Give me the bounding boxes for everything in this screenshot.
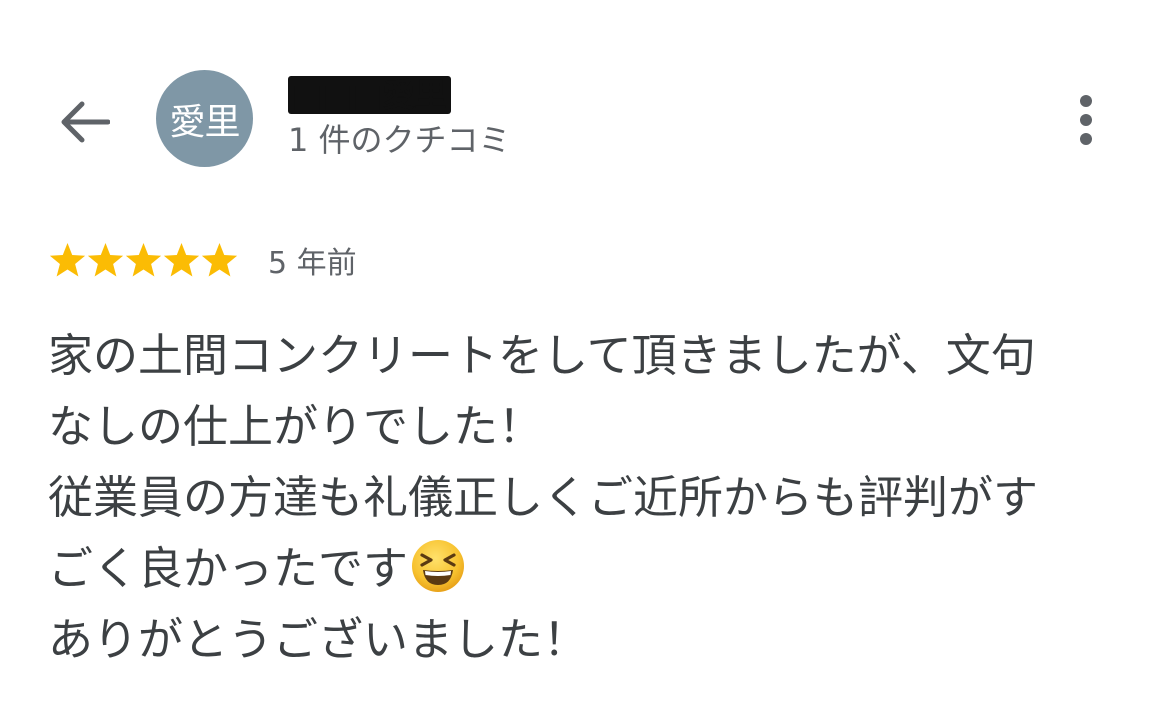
star-rating: [48, 241, 238, 280]
rating-row: 5 年前: [48, 236, 357, 284]
review-line: 従業員の方達も礼儀正しくご近所からも評判がす: [48, 471, 1039, 524]
back-button[interactable]: [52, 90, 116, 154]
star-icon: [87, 242, 124, 276]
star-icon: [201, 242, 238, 276]
review-line: なしの仕上がりでした！: [48, 400, 544, 453]
arrow-back-icon: [61, 101, 110, 143]
more-options-button[interactable]: [1060, 88, 1112, 152]
review-line-text: ごく良かったです: [48, 542, 409, 595]
review-line: ごく良かったです: [48, 533, 1138, 604]
star-icon: [125, 242, 162, 276]
review-text: 家の土間コンクリートをして頂きましたが、文句 なしの仕上がりでした！ 従業員の方…: [48, 320, 1138, 675]
avatar[interactable]: 愛里: [156, 70, 253, 167]
review-time: 5 年前: [268, 246, 357, 281]
star-icon: [49, 242, 86, 276]
grinning-squinting-face-icon: [412, 540, 465, 592]
more-vert-icon: [1080, 95, 1092, 145]
review-line: 家の土間コンクリートをして頂きましたが、文句: [48, 329, 1036, 382]
review-line: ありがとうございました！: [48, 613, 589, 666]
avatar-initials: 愛里: [169, 101, 240, 143]
review-count[interactable]: 1 件のクチコミ: [288, 120, 511, 160]
star-icon: [163, 242, 200, 276]
user-name[interactable]: ■■■愛里: [288, 76, 451, 114]
